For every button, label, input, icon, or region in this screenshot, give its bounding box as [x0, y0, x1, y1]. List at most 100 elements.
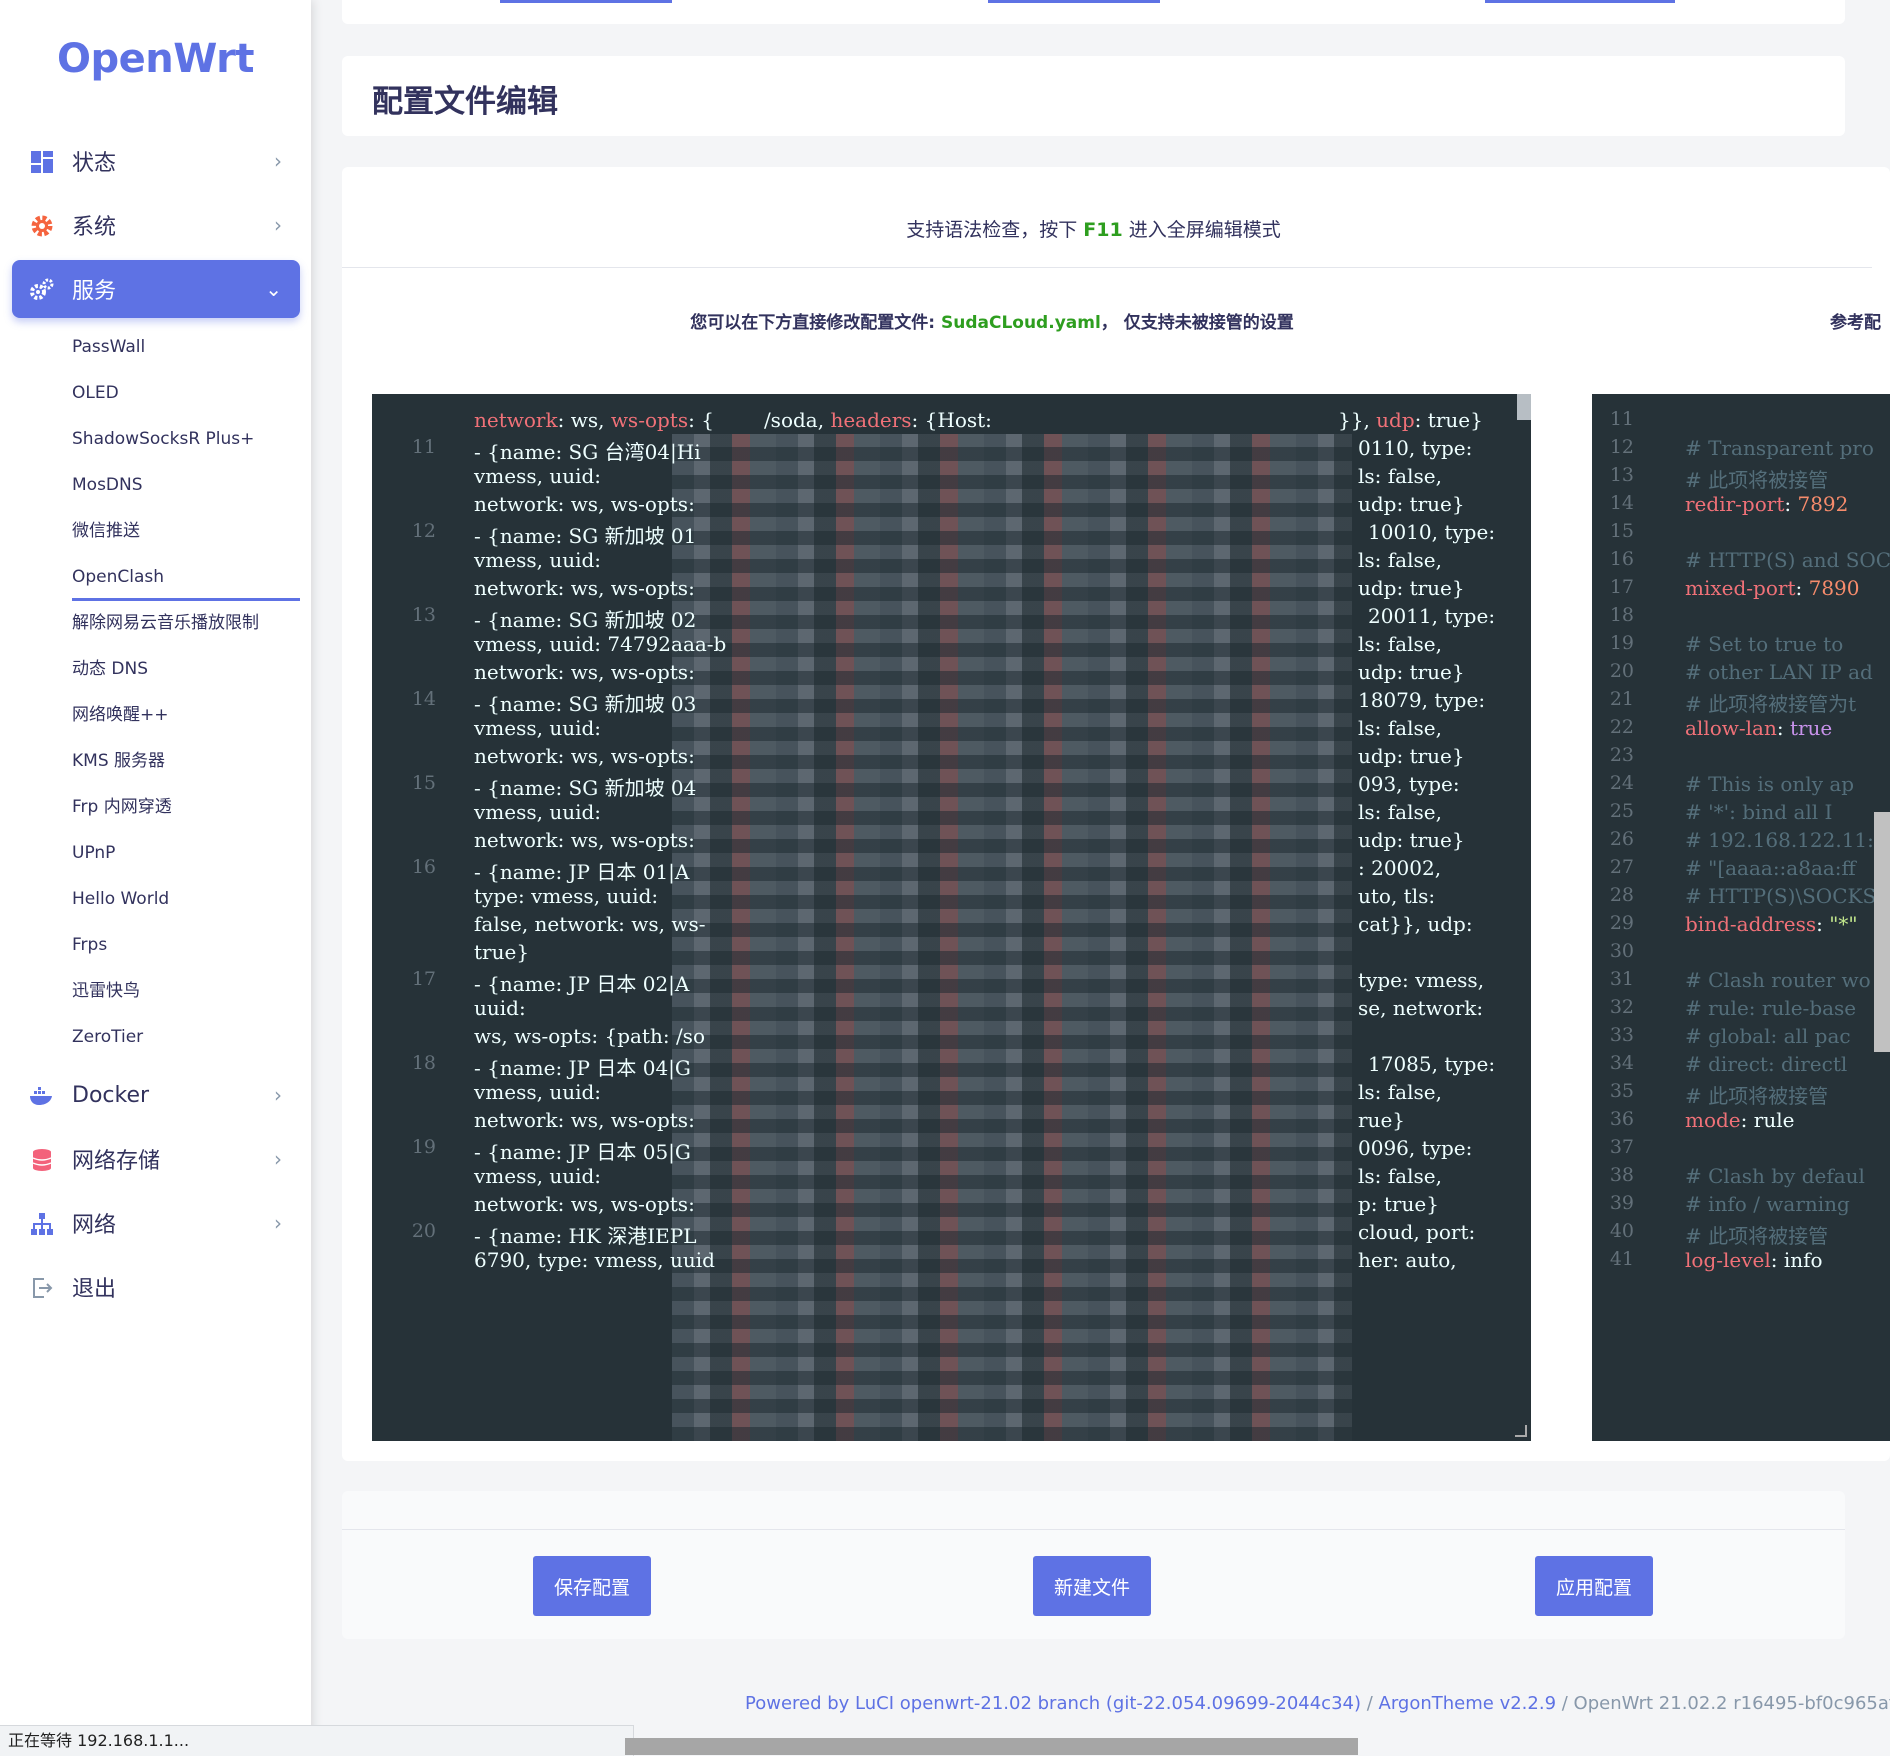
- sidebar-item-docker[interactable]: Docker ›: [12, 1066, 300, 1124]
- line-number: 35: [1609, 1080, 1634, 1102]
- luci-link[interactable]: Powered by LuCI openwrt-21.02 branch (gi…: [745, 1693, 1361, 1714]
- previous-card-tail: [342, 0, 1845, 24]
- code-line: - {name: JP 日本 05|G: [474, 1140, 691, 1164]
- sitemap-icon: [29, 1211, 55, 1237]
- code-line: udp: true}: [1358, 660, 1465, 684]
- openwrt-logo[interactable]: OpenWrt: [0, 36, 311, 82]
- code-line: # Set to true to: [1685, 632, 1844, 656]
- apply-config-button[interactable]: 应用配置: [1535, 1556, 1653, 1616]
- code-line: 17085, type:: [1368, 1052, 1496, 1076]
- save-config-button[interactable]: 保存配置: [533, 1556, 651, 1616]
- submenu-item-ddns[interactable]: 动态 DNS: [12, 646, 300, 692]
- code-line: - {name: SG 新加坡 02: [474, 608, 697, 632]
- footer: Powered by LuCI openwrt-21.02 branch (gi…: [745, 1693, 1890, 1714]
- line-number: 11: [1609, 408, 1634, 430]
- tab-underline: [500, 0, 672, 3]
- line-number: 11: [411, 436, 436, 458]
- submenu-item-unblock-netease[interactable]: 解除网易云音乐播放限制: [12, 600, 300, 646]
- sidebar-item-services[interactable]: 服务 ⌄: [12, 260, 300, 318]
- code-line: # 此项将被接管: [1685, 1224, 1829, 1248]
- chevron-right-icon: ›: [274, 213, 282, 237]
- code-line: # Clash by defaul: [1685, 1164, 1865, 1188]
- code-line: # global: all pac: [1685, 1024, 1851, 1048]
- code-line: p: true}: [1358, 1192, 1439, 1216]
- code-line: - {name: SG 新加坡 01: [474, 524, 697, 548]
- chevron-right-icon: ›: [274, 1147, 282, 1171]
- sidebar-item-nas[interactable]: 网络存储 ›: [12, 1130, 300, 1188]
- code-line: # 此项将被接管: [1685, 1084, 1829, 1108]
- line-number: 13: [411, 604, 436, 626]
- sidebar-item-status[interactable]: 状态 ›: [12, 132, 300, 190]
- line-number: 28: [1609, 884, 1634, 906]
- resize-handle[interactable]: [1515, 1425, 1527, 1437]
- code-line: - {name: SG 台湾04|Hi: [474, 440, 701, 464]
- hint-suffix: 进入全屏编辑模式: [1122, 219, 1281, 241]
- submenu-item-mosdns[interactable]: MosDNS: [12, 462, 300, 508]
- line-number: 17: [1609, 576, 1634, 598]
- line-number: 27: [1609, 856, 1634, 878]
- code-line: vmess, uuid:: [474, 716, 602, 740]
- hint-key: F11: [1083, 219, 1123, 241]
- config-code-editor[interactable]: 11 12 13 14 15 16 17 18 19 20 network: w…: [372, 394, 1531, 1441]
- line-number: 17: [411, 968, 436, 990]
- line-number: 18: [1609, 604, 1634, 626]
- page-scrollbar[interactable]: [1874, 812, 1890, 1052]
- editor-scrollbar-thumb[interactable]: [1517, 394, 1531, 420]
- submenu-item-kms[interactable]: KMS 服务器: [12, 738, 300, 784]
- subhint-prefix: 您可以在下方直接修改配置文件:: [690, 313, 941, 333]
- sidebar-item-label: 服务: [72, 279, 117, 304]
- code-line: # "[aaaa::a8aa:ff: [1685, 856, 1856, 880]
- submenu-item-oled[interactable]: OLED: [12, 370, 300, 416]
- code-line: uto, tls:: [1358, 884, 1436, 908]
- firmware-version: OpenWrt 21.02.2 r16495-bf0c965af0: [1573, 1693, 1890, 1714]
- code-line: network: ws, ws-opts:: [474, 660, 695, 684]
- submenu-item-ssr-plus[interactable]: ShadowSocksR Plus+: [12, 416, 300, 462]
- line-number: 30: [1609, 940, 1634, 962]
- dashboard-icon: [29, 149, 55, 175]
- horizontal-scrollbar[interactable]: [625, 1738, 1358, 1755]
- code-line: # rule: rule-base: [1685, 996, 1857, 1020]
- tab-underline: [988, 0, 1160, 3]
- code-line: vmess, uuid:: [474, 1080, 602, 1104]
- submenu-item-wechat-push[interactable]: 微信推送: [12, 508, 300, 554]
- line-number: 13: [1609, 464, 1634, 486]
- sidebar-item-logout[interactable]: 退出: [12, 1258, 300, 1316]
- submenu-item-openclash[interactable]: OpenClash: [12, 554, 300, 601]
- reference-config-viewer[interactable]: 11 12 # Transparent pro 13 # 此项将被接管 14 redir-p…: [1592, 394, 1890, 1441]
- reference-config-label: 参考配: [1830, 313, 1881, 333]
- services-submenu: PassWall OLED ShadowSocksR Plus+ MosDNS …: [12, 324, 300, 1060]
- action-bar: 保存配置 新建文件 应用配置: [342, 1491, 1845, 1639]
- theme-link[interactable]: ArgonTheme v2.2.9: [1379, 1693, 1557, 1714]
- line-number: 12: [1609, 436, 1634, 458]
- code-line: udp: true}: [1358, 576, 1465, 600]
- line-number: 41: [1609, 1248, 1634, 1270]
- code-line: network: ws, ws-opts:: [474, 744, 695, 768]
- code-line: vmess, uuid: 74792aaa-b: [474, 632, 727, 656]
- new-file-button[interactable]: 新建文件: [1033, 1556, 1151, 1616]
- code-line: udp: true}: [1358, 744, 1465, 768]
- chevron-right-icon: ›: [274, 149, 282, 173]
- code-line: # Transparent pro: [1685, 436, 1874, 460]
- line-number: 15: [411, 772, 436, 794]
- code-line: udp: true}: [1358, 828, 1465, 852]
- code-line: # info / warning: [1685, 1192, 1850, 1216]
- submenu-item-upnp[interactable]: UPnP: [12, 830, 300, 876]
- line-number: 29: [1609, 912, 1634, 934]
- code-line: network: ws, ws-opts:: [474, 1192, 695, 1216]
- submenu-item-zerotier[interactable]: ZeroTier: [12, 1014, 300, 1060]
- sidebar-item-network[interactable]: 网络 ›: [12, 1194, 300, 1252]
- code-line: 18079, type:: [1358, 688, 1486, 712]
- code-line: network: ws, ws-opts:: [474, 492, 695, 516]
- submenu-item-xunlei[interactable]: 迅雷快鸟: [12, 968, 300, 1014]
- submenu-item-wol[interactable]: 网络唤醒++: [12, 692, 300, 738]
- hint-prefix: 支持语法检查，按下: [906, 219, 1084, 241]
- code-line: mode: rule: [1685, 1108, 1795, 1132]
- redacted-region-overlay: [672, 434, 1352, 1441]
- editor-subhint: 您可以在下方直接修改配置文件: SudaCLoud.yaml， 仅支持未被接管的…: [342, 308, 1642, 333]
- submenu-item-frp[interactable]: Frp 内网穿透: [12, 784, 300, 830]
- code-line: type: vmess,: [1358, 968, 1485, 992]
- sidebar-item-system[interactable]: 系统 ›: [12, 196, 300, 254]
- submenu-item-frps[interactable]: Frps: [12, 922, 300, 968]
- submenu-item-passwall[interactable]: PassWall: [12, 324, 300, 370]
- submenu-item-hello-world[interactable]: Hello World: [12, 876, 300, 922]
